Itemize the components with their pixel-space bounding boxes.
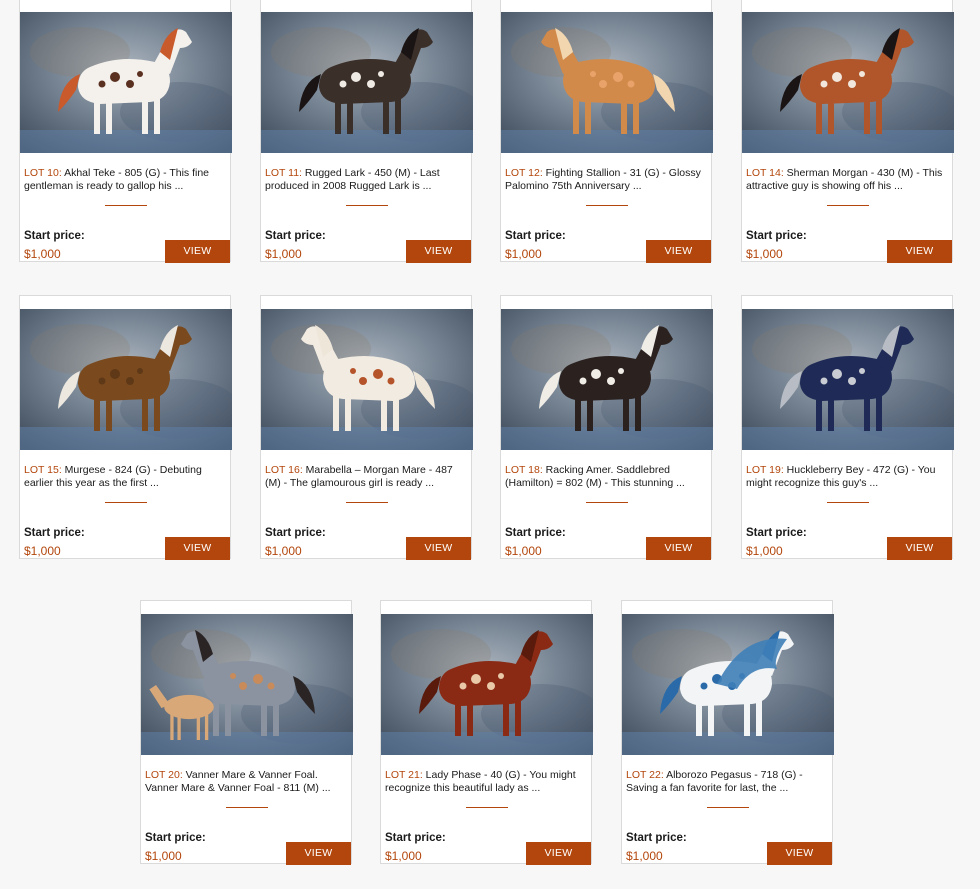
lot-card: LOT 19: Huckleberry Bey - 472 (G) - You … — [741, 295, 954, 560]
start-price-value: $1,000 — [746, 544, 783, 558]
start-price-label: Start price: — [265, 230, 326, 242]
rearing-horse-icon[interactable] — [501, 12, 713, 153]
view-button[interactable]: VIEW — [887, 240, 952, 263]
lot-description[interactable]: LOT 10: Akhal Teke - 805 (G) - This fine… — [24, 167, 228, 193]
lot-number: LOT 19: — [746, 464, 784, 476]
divider — [346, 502, 388, 503]
lot-card: LOT 14: Sherman Morgan - 430 (M) - This … — [741, 0, 954, 263]
lot-card: LOT 15: Murgese - 824 (G) - Debuting ear… — [19, 295, 232, 560]
lot-number: LOT 18: — [505, 464, 543, 476]
divider — [346, 205, 388, 206]
start-price-label: Start price: — [746, 527, 807, 539]
lot-card: LOT 10: Akhal Teke - 805 (G) - This fine… — [19, 0, 232, 263]
start-price-value: $1,000 — [265, 247, 302, 261]
start-price-value: $1,000 — [746, 247, 783, 261]
start-price-value: $1,000 — [24, 247, 61, 261]
view-button[interactable]: VIEW — [526, 842, 591, 865]
lot-number: LOT 22: — [626, 769, 664, 781]
lot-number: LOT 12: — [505, 167, 543, 179]
lot-description[interactable]: LOT 21: Lady Phase - 40 (G) - You might … — [385, 769, 589, 795]
divider — [827, 205, 869, 206]
view-button[interactable]: VIEW — [286, 842, 351, 865]
divider — [586, 502, 628, 503]
lot-number: LOT 14: — [746, 167, 784, 179]
divider — [105, 502, 147, 503]
lot-description[interactable]: LOT 11: Rugged Lark - 450 (M) - Last pro… — [265, 167, 469, 193]
lot-description[interactable]: LOT 16: Marabella – Morgan Mare - 487 (M… — [265, 464, 469, 490]
start-price-value: $1,000 — [24, 544, 61, 558]
view-button[interactable]: VIEW — [406, 240, 471, 263]
lot-card: LOT 11: Rugged Lark - 450 (M) - Last pro… — [260, 0, 473, 263]
start-price-label: Start price: — [385, 832, 446, 844]
bay-horse-icon[interactable] — [742, 12, 954, 153]
spotted-mare-icon[interactable] — [261, 309, 473, 450]
start-price-label: Start price: — [746, 230, 807, 242]
lot-card: LOT 22: Alborozo Pegasus - 718 (G) - Sav… — [621, 600, 834, 865]
lot-card: LOT 18: Racking Amer. Saddlebred (Hamilt… — [500, 295, 713, 560]
start-price-label: Start price: — [145, 832, 206, 844]
view-button[interactable]: VIEW — [646, 240, 711, 263]
start-price-label: Start price: — [24, 527, 85, 539]
view-button[interactable]: VIEW — [887, 537, 952, 560]
arabian-horse-icon[interactable] — [742, 309, 954, 450]
lot-number: LOT 10: — [24, 167, 62, 179]
lot-description[interactable]: LOT 20: Vanner Mare & Vanner Foal. Vanne… — [145, 769, 349, 795]
start-price-value: $1,000 — [505, 247, 542, 261]
start-price-value: $1,000 — [145, 849, 182, 863]
quarter-horse-icon[interactable] — [381, 614, 593, 755]
pegasus-icon[interactable] — [622, 614, 834, 755]
saddlebred-horse-icon[interactable] — [501, 309, 713, 450]
lot-card: LOT 21: Lady Phase - 40 (G) - You might … — [380, 600, 593, 865]
lot-description[interactable]: LOT 22: Alborozo Pegasus - 718 (G) - Sav… — [626, 769, 830, 795]
start-price-label: Start price: — [505, 527, 566, 539]
lot-number: LOT 11: — [265, 167, 302, 179]
divider — [105, 205, 147, 206]
lot-number: LOT 21: — [385, 769, 423, 781]
view-button[interactable]: VIEW — [646, 537, 711, 560]
view-button[interactable]: VIEW — [165, 537, 230, 560]
lot-description[interactable]: LOT 14: Sherman Morgan - 430 (M) - This … — [746, 167, 950, 193]
lot-number: LOT 16: — [265, 464, 303, 476]
vanner-horses-icon[interactable] — [141, 614, 353, 755]
start-price-value: $1,000 — [626, 849, 663, 863]
divider — [827, 502, 869, 503]
lot-description[interactable]: LOT 19: Huckleberry Bey - 472 (G) - You … — [746, 464, 950, 490]
lot-card: LOT 20: Vanner Mare & Vanner Foal. Vanne… — [140, 600, 353, 865]
start-price-label: Start price: — [626, 832, 687, 844]
divider — [707, 807, 749, 808]
appaloosa-horse-icon[interactable] — [261, 12, 473, 153]
lot-description[interactable]: LOT 18: Racking Amer. Saddlebred (Hamilt… — [505, 464, 709, 490]
start-price-value: $1,000 — [505, 544, 542, 558]
view-button[interactable]: VIEW — [165, 240, 230, 263]
start-price-label: Start price: — [505, 230, 566, 242]
lot-description[interactable]: LOT 15: Murgese - 824 (G) - Debuting ear… — [24, 464, 228, 490]
divider — [586, 205, 628, 206]
divider — [466, 807, 508, 808]
start-price-label: Start price: — [24, 230, 85, 242]
pinto-horse-icon[interactable] — [20, 12, 232, 153]
lot-card: LOT 12: Fighting Stallion - 31 (G) - Glo… — [500, 0, 713, 263]
start-price-label: Start price: — [265, 527, 326, 539]
view-button[interactable]: VIEW — [767, 842, 832, 865]
lot-description[interactable]: LOT 12: Fighting Stallion - 31 (G) - Glo… — [505, 167, 709, 193]
lot-number: LOT 15: — [24, 464, 62, 476]
start-price-value: $1,000 — [265, 544, 302, 558]
lot-card: LOT 16: Marabella – Morgan Mare - 487 (M… — [260, 295, 473, 560]
buckskin-horse-icon[interactable] — [20, 309, 232, 450]
divider — [226, 807, 268, 808]
start-price-value: $1,000 — [385, 849, 422, 863]
view-button[interactable]: VIEW — [406, 537, 471, 560]
lot-number: LOT 20: — [145, 769, 183, 781]
